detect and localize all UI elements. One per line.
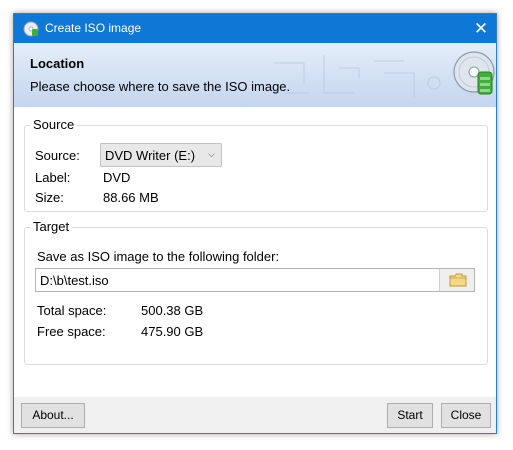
dialog-footer: About... Start Close bbox=[14, 397, 496, 433]
close-icon[interactable]: ✕ bbox=[466, 14, 496, 43]
total-space-label: Total space: bbox=[37, 303, 107, 318]
title-bar[interactable]: Create ISO image ✕ bbox=[14, 14, 496, 43]
target-group: Target Save as ISO image to the followin… bbox=[24, 219, 488, 365]
total-space-value: 500.38 GB bbox=[141, 303, 204, 318]
banner-subtitle: Please choose where to save the ISO imag… bbox=[30, 79, 291, 94]
cd-disc-icon bbox=[453, 51, 495, 95]
source-legend: Source bbox=[30, 117, 78, 132]
free-space-label: Free space: bbox=[37, 324, 106, 339]
close-button[interactable]: Close bbox=[441, 403, 491, 428]
source-group: Source Source: DVD Writer (E:) ⌵ Label: … bbox=[24, 117, 488, 212]
content-area: Source Source: DVD Writer (E:) ⌵ Label: … bbox=[14, 107, 496, 397]
app-icon bbox=[23, 21, 39, 37]
target-legend: Target bbox=[30, 219, 73, 234]
browse-button[interactable] bbox=[439, 269, 474, 291]
label-value: DVD bbox=[103, 170, 131, 185]
folder-icon bbox=[449, 273, 467, 287]
header-banner: Location Please choose where to save the… bbox=[14, 43, 496, 107]
about-button[interactable]: About... bbox=[21, 403, 85, 428]
create-iso-dialog: Create ISO image ✕ Location Please choos… bbox=[13, 13, 497, 434]
chevron-down-icon: ⌵ bbox=[208, 149, 215, 159]
target-instruction: Save as ISO image to the following folde… bbox=[37, 249, 280, 264]
source-label: Source: bbox=[35, 148, 80, 163]
size-label: Size: bbox=[35, 190, 64, 205]
source-dropdown-value: DVD Writer (E:) bbox=[105, 148, 196, 163]
source-dropdown[interactable]: DVD Writer (E:) ⌵ bbox=[100, 143, 222, 167]
banner-title: Location bbox=[30, 56, 85, 71]
label-label: Label: bbox=[35, 170, 71, 185]
size-value: 88.66 MB bbox=[103, 190, 159, 205]
free-space-value: 475.90 GB bbox=[141, 324, 204, 339]
window-title: Create ISO image bbox=[45, 21, 142, 35]
start-button[interactable]: Start bbox=[387, 403, 433, 428]
target-path-input[interactable] bbox=[35, 268, 475, 292]
